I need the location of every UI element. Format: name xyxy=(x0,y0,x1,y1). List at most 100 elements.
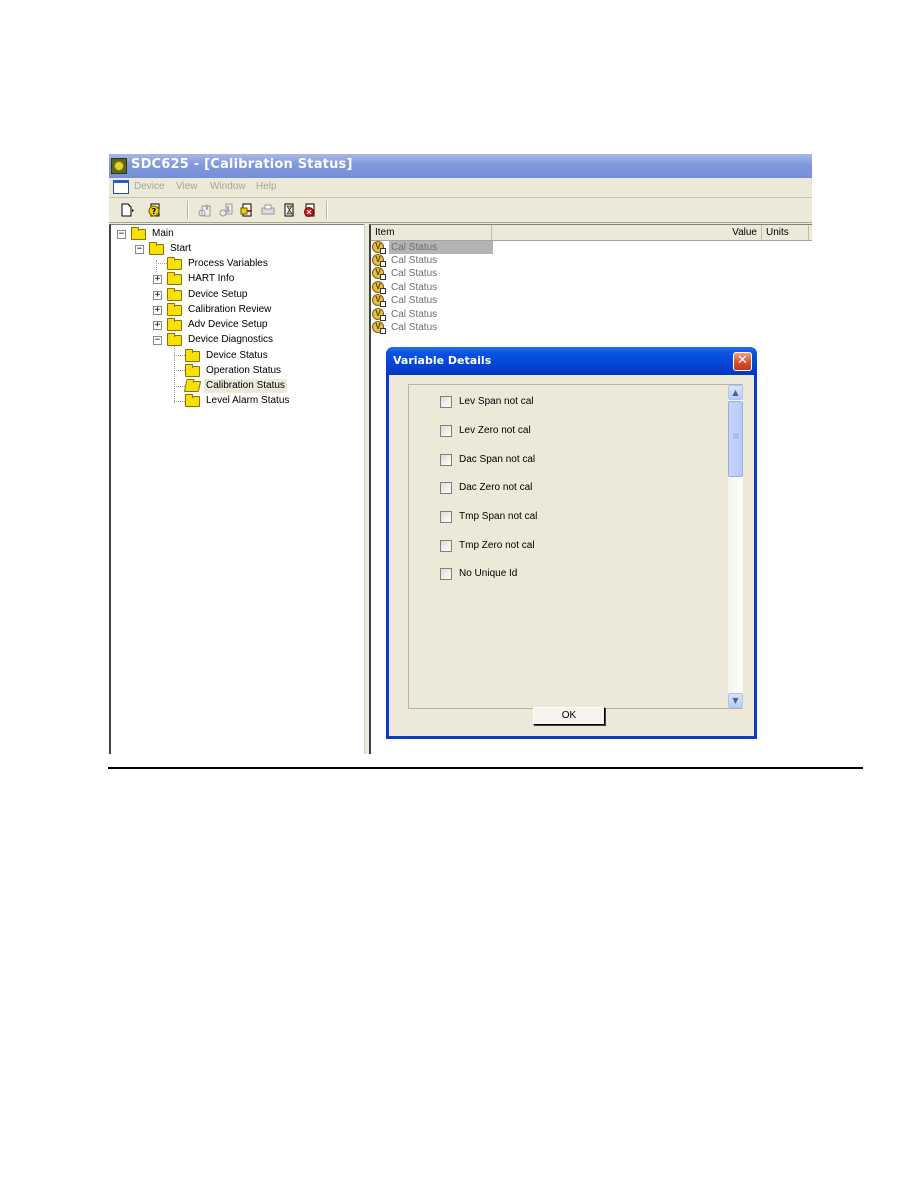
page-divider xyxy=(108,767,863,769)
menu-view[interactable]: View xyxy=(176,181,198,192)
svg-text:?: ? xyxy=(152,207,157,216)
list-item-label: Cal Status xyxy=(391,295,438,306)
folder-icon xyxy=(167,272,182,285)
toolbar: ? xyxy=(109,198,812,223)
tree-node-label: Adv Device Setup xyxy=(188,319,268,330)
tree-node-label: Process Variables xyxy=(188,258,268,269)
variable-icon: V xyxy=(372,267,386,280)
tree-node-label: Level Alarm Status xyxy=(206,395,290,406)
dialog-title: Variable Details xyxy=(393,354,492,367)
help-icon[interactable]: ? xyxy=(147,202,163,218)
list-item-label: Cal Status xyxy=(389,241,493,254)
export-icon[interactable] xyxy=(239,202,255,218)
variable-icon: V xyxy=(372,321,386,334)
open-folder-icon xyxy=(183,381,202,392)
list-item-label: Cal Status xyxy=(391,309,438,320)
ok-button[interactable]: OK xyxy=(533,707,605,725)
scroll-thumb[interactable] xyxy=(728,401,743,477)
variable-icon: V xyxy=(372,294,386,307)
tree-node-label: Calibration Review xyxy=(188,304,272,315)
checkbox-label: Lev Span not cal xyxy=(459,396,534,407)
list-item-label: Cal Status xyxy=(391,282,438,293)
dialog-title-bar[interactable]: Variable Details ✕ xyxy=(386,347,757,375)
download-icon[interactable] xyxy=(218,202,234,218)
tree-node-label: Operation Status xyxy=(206,365,282,376)
document-window-icon[interactable] xyxy=(113,180,129,194)
window-title: SDC625 - [Calibration Status] xyxy=(131,157,353,172)
folder-icon xyxy=(185,349,200,362)
column-header-value[interactable]: Value xyxy=(492,225,762,240)
tree-connector xyxy=(156,260,157,272)
tree-node-label: Calibration Status xyxy=(204,379,287,393)
expand-icon[interactable]: + xyxy=(153,291,162,300)
chevron-up-icon: ▲ xyxy=(732,388,739,397)
tree-node-label: HART Info xyxy=(188,273,235,284)
checkbox-label: Dac Span not cal xyxy=(459,454,536,465)
variable-icon: V xyxy=(372,254,386,267)
tree-node-label: Device Setup xyxy=(188,289,248,300)
chevron-down-icon: ▼ xyxy=(732,696,739,705)
new-document-icon[interactable] xyxy=(119,202,135,218)
variable-details-dialog: Variable Details ✕ Lev Span not cal Lev … xyxy=(386,347,757,739)
print-icon[interactable] xyxy=(260,202,276,218)
checkbox[interactable] xyxy=(440,540,452,552)
vertical-scrollbar[interactable]: ▲ ▼ xyxy=(728,385,743,708)
close-button[interactable]: ✕ xyxy=(733,352,752,371)
checkbox-label: Tmp Span not cal xyxy=(459,511,538,522)
column-header-item[interactable]: Item xyxy=(371,225,492,240)
list-item-label: Cal Status xyxy=(391,268,438,279)
checkbox-group: Lev Span not cal Lev Zero not cal Dac Sp… xyxy=(408,384,743,709)
folder-icon xyxy=(185,364,200,377)
folder-icon xyxy=(167,303,182,316)
collapse-icon[interactable]: − xyxy=(153,336,162,345)
menu-device[interactable]: Device xyxy=(134,181,165,192)
variable-icon: V xyxy=(372,241,386,254)
folder-icon xyxy=(167,257,182,270)
title-bar: SDC625 - [Calibration Status] xyxy=(109,154,812,178)
checkbox[interactable] xyxy=(440,568,452,580)
variable-icon: V xyxy=(372,281,386,294)
scroll-down-button[interactable]: ▼ xyxy=(728,693,743,708)
tree-pane[interactable]: − Main − Start Process Variables + HART … xyxy=(109,224,364,754)
checkbox[interactable] xyxy=(440,511,452,523)
tree-node-label: Device Status xyxy=(206,350,268,361)
checkbox-label: Dac Zero not cal xyxy=(459,482,533,493)
toolbar-separator xyxy=(187,201,189,219)
tree-node-label: Main xyxy=(152,228,174,239)
folder-icon xyxy=(167,333,182,346)
expand-icon[interactable]: + xyxy=(153,306,162,315)
collapse-icon[interactable]: − xyxy=(117,230,126,239)
folder-icon xyxy=(167,288,182,301)
folder-icon xyxy=(167,318,182,331)
upload-icon[interactable] xyxy=(197,202,213,218)
stop-icon[interactable] xyxy=(302,202,318,218)
checkbox-label: No Unique Id xyxy=(459,568,518,579)
checkbox[interactable] xyxy=(440,396,452,408)
checkbox-label: Lev Zero not cal xyxy=(459,425,531,436)
timer-icon[interactable] xyxy=(281,202,297,218)
menu-help[interactable]: Help xyxy=(256,181,277,192)
folder-icon xyxy=(131,227,146,240)
checkbox[interactable] xyxy=(440,454,452,466)
checkbox-label: Tmp Zero not cal xyxy=(459,540,535,551)
checkbox[interactable] xyxy=(440,482,452,494)
app-icon xyxy=(111,158,127,174)
close-icon: ✕ xyxy=(737,353,748,368)
expand-icon[interactable]: + xyxy=(153,321,162,330)
list-item-label: Cal Status xyxy=(391,322,438,333)
variable-icon: V xyxy=(372,308,386,321)
tree-node-label: Start xyxy=(170,243,192,254)
toolbar-separator xyxy=(326,201,328,219)
scroll-up-button[interactable]: ▲ xyxy=(728,385,743,400)
menu-window[interactable]: Window xyxy=(210,181,246,192)
expand-icon[interactable]: + xyxy=(153,275,162,284)
tree-node-label: Device Diagnostics xyxy=(188,334,274,345)
collapse-icon[interactable]: − xyxy=(135,245,144,254)
column-header-units[interactable]: Units xyxy=(762,225,809,240)
folder-icon xyxy=(149,242,164,255)
list-item-label: Cal Status xyxy=(391,255,438,266)
checkbox[interactable] xyxy=(440,425,452,437)
folder-icon xyxy=(185,394,200,407)
dialog-body: Lev Span not cal Lev Zero not cal Dac Sp… xyxy=(389,375,754,736)
menu-bar: Device View Window Help xyxy=(109,178,812,198)
